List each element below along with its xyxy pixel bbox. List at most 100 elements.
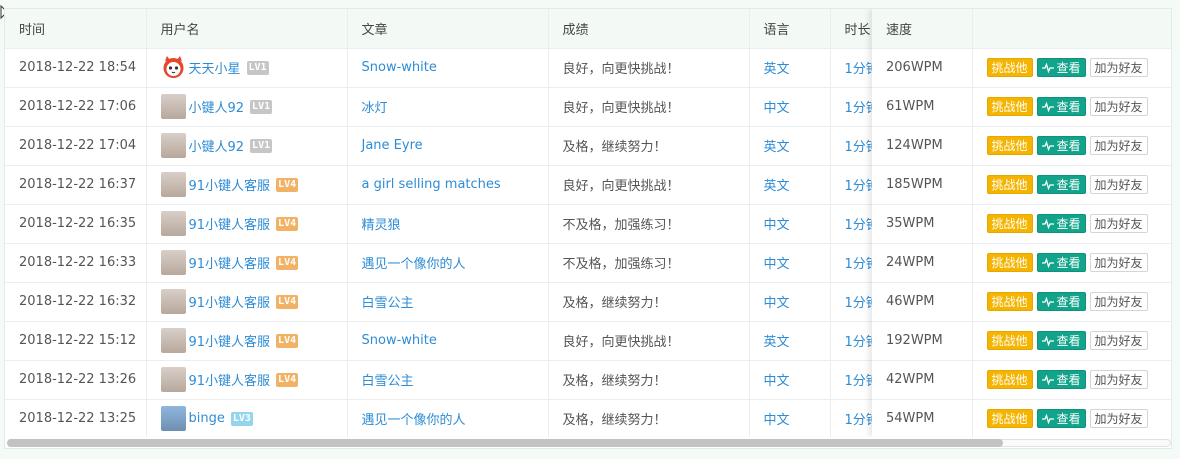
cell-ops: 挑战他 查看 加为好友: [972, 399, 1171, 439]
add-friend-button[interactable]: 加为好友: [1089, 175, 1148, 194]
language-link[interactable]: 中文: [764, 218, 790, 233]
cell-time: 2018-12-22 16:37: [5, 165, 147, 205]
article-link[interactable]: Snow-white: [362, 60, 437, 75]
article-link[interactable]: 白雪公主: [362, 296, 414, 311]
username-link[interactable]: 91小键人客服: [189, 214, 271, 233]
column-header-language[interactable]: 语言: [749, 9, 831, 49]
view-button[interactable]: 查看: [1036, 292, 1086, 311]
duration-link[interactable]: 1分钟: [845, 140, 873, 155]
view-button[interactable]: 查看: [1036, 136, 1086, 155]
language-link[interactable]: 英文: [764, 140, 790, 155]
view-button[interactable]: 查看: [1036, 97, 1086, 116]
avatar[interactable]: [160, 172, 186, 197]
username-link[interactable]: 91小键人客服: [189, 253, 271, 272]
duration-link[interactable]: 1分钟: [845, 218, 873, 233]
add-friend-button[interactable]: 加为好友: [1089, 253, 1148, 272]
view-button[interactable]: 查看: [1036, 370, 1086, 389]
username-link[interactable]: 91小键人客服: [189, 370, 271, 389]
challenge-button[interactable]: 挑战他: [986, 58, 1033, 77]
username-link[interactable]: 天天小星: [189, 58, 241, 77]
challenge-button[interactable]: 挑战他: [986, 97, 1033, 116]
avatar[interactable]: [160, 289, 186, 314]
avatar[interactable]: [160, 94, 186, 119]
challenge-button[interactable]: 挑战他: [986, 175, 1033, 194]
challenge-button[interactable]: 挑战他: [986, 370, 1033, 389]
avatar[interactable]: [160, 367, 186, 392]
view-button[interactable]: 查看: [1036, 253, 1086, 272]
language-link[interactable]: 英文: [764, 62, 790, 77]
add-friend-button[interactable]: 加为好友: [1089, 136, 1148, 155]
add-friend-button[interactable]: 加为好友: [1089, 370, 1148, 389]
add-friend-button[interactable]: 加为好友: [1089, 58, 1148, 77]
add-friend-button[interactable]: 加为好友: [1089, 292, 1148, 311]
language-link[interactable]: 中文: [764, 257, 790, 272]
cell-ops: 挑战他 查看 加为好友: [972, 48, 1171, 88]
article-link[interactable]: Jane Eyre: [362, 138, 423, 153]
table-scroll-area[interactable]: 时间 用户名 文章 成绩 语言 时长 2018-12-22 18:54 天天小星…: [5, 9, 872, 437]
language-link[interactable]: 中文: [764, 413, 790, 428]
duration-link[interactable]: 1分钟: [845, 101, 873, 116]
column-header-article[interactable]: 文章: [347, 9, 549, 49]
challenge-button[interactable]: 挑战他: [986, 253, 1033, 272]
language-link[interactable]: 中文: [764, 374, 790, 389]
challenge-button[interactable]: 挑战他: [986, 214, 1033, 233]
username-link[interactable]: 91小键人客服: [189, 175, 271, 194]
username-link[interactable]: 小键人92: [189, 136, 245, 155]
language-link[interactable]: 中文: [764, 101, 790, 116]
article-link[interactable]: 精灵狼: [362, 218, 401, 233]
article-link[interactable]: Snow-white: [362, 333, 437, 348]
column-header-duration[interactable]: 时长: [830, 9, 872, 49]
article-link[interactable]: a girl selling matches: [362, 177, 501, 192]
challenge-button[interactable]: 挑战他: [986, 136, 1033, 155]
add-friend-button[interactable]: 加为好友: [1089, 214, 1148, 233]
duration-link[interactable]: 1分钟: [845, 374, 873, 389]
avatar-cat-icon[interactable]: [160, 55, 186, 80]
pulse-icon: [1041, 296, 1054, 307]
view-button[interactable]: 查看: [1036, 58, 1086, 77]
cell-language: 英文: [749, 165, 831, 205]
pulse-icon: [1041, 140, 1054, 151]
article-link[interactable]: 白雪公主: [362, 374, 414, 389]
article-link[interactable]: 遇见一个像你的人: [362, 257, 466, 272]
avatar[interactable]: [160, 406, 186, 431]
article-link[interactable]: 冰灯: [362, 101, 388, 116]
view-button[interactable]: 查看: [1036, 214, 1086, 233]
duration-link[interactable]: 1分钟: [845, 413, 873, 428]
column-header-speed[interactable]: 速度: [872, 9, 973, 49]
view-button[interactable]: 查看: [1036, 331, 1086, 350]
fixed-right-columns: 速度 206WPM 挑战他 查看 加为好友 61WPM 挑战他 查看 加为好友 …: [872, 9, 1171, 439]
column-header-score[interactable]: 成绩: [548, 9, 750, 49]
username-link[interactable]: 91小键人客服: [189, 331, 271, 350]
duration-link[interactable]: 1分钟: [845, 296, 873, 311]
cell-article: 白雪公主: [347, 282, 549, 322]
column-header-time[interactable]: 时间: [5, 9, 147, 49]
username-link[interactable]: binge: [189, 411, 225, 426]
language-link[interactable]: 中文: [764, 296, 790, 311]
avatar[interactable]: [160, 133, 186, 158]
horizontal-scrollbar[interactable]: [5, 437, 1171, 448]
duration-link[interactable]: 1分钟: [845, 62, 873, 77]
challenge-button[interactable]: 挑战他: [986, 331, 1033, 350]
challenge-button[interactable]: 挑战他: [986, 409, 1033, 428]
username-link[interactable]: 小键人92: [189, 97, 245, 116]
view-button[interactable]: 查看: [1036, 175, 1086, 194]
language-link[interactable]: 英文: [764, 179, 790, 194]
challenge-button[interactable]: 挑战他: [986, 292, 1033, 311]
cell-username: 91小键人客服 LV4: [146, 282, 348, 322]
column-header-username[interactable]: 用户名: [146, 9, 348, 49]
cell-time: 2018-12-22 16:33: [5, 243, 147, 283]
duration-link[interactable]: 1分钟: [845, 335, 873, 350]
username-link[interactable]: 91小键人客服: [189, 292, 271, 311]
scrollbar-thumb[interactable]: [7, 439, 1003, 447]
avatar[interactable]: [160, 250, 186, 275]
avatar[interactable]: [160, 328, 186, 353]
avatar[interactable]: [160, 211, 186, 236]
view-button[interactable]: 查看: [1036, 409, 1086, 428]
article-link[interactable]: 遇见一个像你的人: [362, 413, 466, 428]
add-friend-button[interactable]: 加为好友: [1089, 331, 1148, 350]
add-friend-button[interactable]: 加为好友: [1089, 409, 1148, 428]
add-friend-button[interactable]: 加为好友: [1089, 97, 1148, 116]
duration-link[interactable]: 1分钟: [845, 179, 873, 194]
language-link[interactable]: 英文: [764, 335, 790, 350]
duration-link[interactable]: 1分钟: [845, 257, 873, 272]
